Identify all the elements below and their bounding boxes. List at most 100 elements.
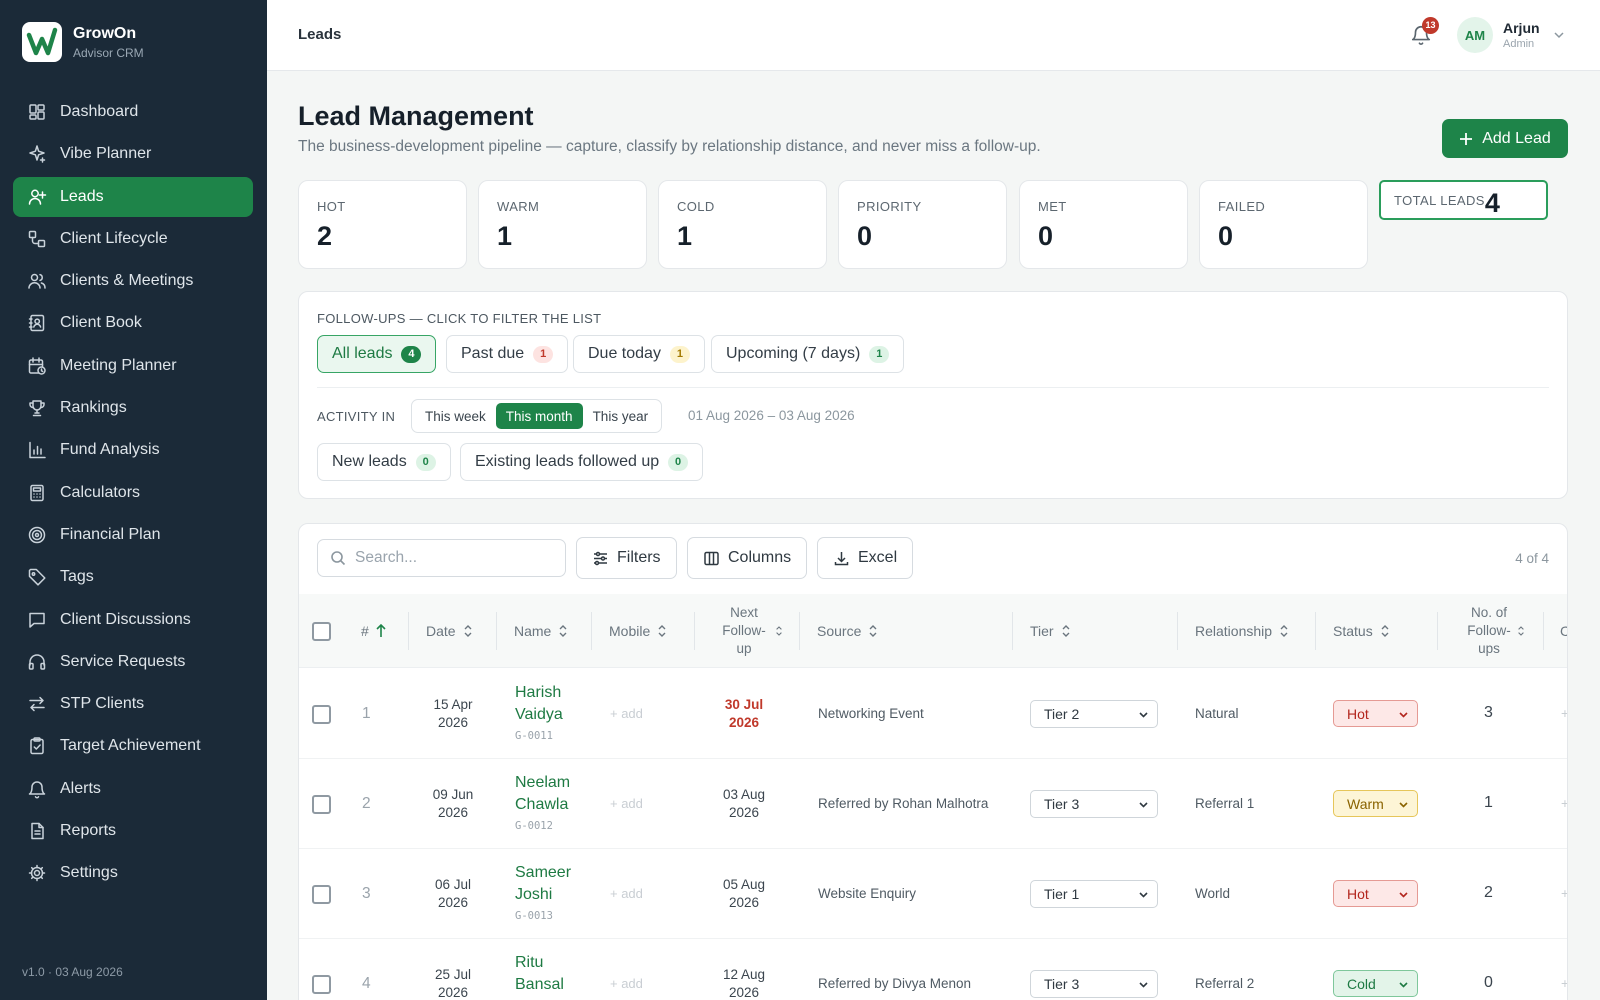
columns-button[interactable]: Columns: [687, 537, 808, 579]
stat-label: TOTAL LEADS: [1394, 192, 1485, 208]
header-relationship-label: Relationship: [1195, 623, 1273, 639]
excel-export-button[interactable]: Excel: [817, 537, 914, 579]
header-status[interactable]: Status: [1333, 594, 1390, 668]
header-mobile[interactable]: Mobile: [609, 594, 667, 668]
sidebar-item-meeting-planner[interactable]: Meeting Planner: [13, 346, 253, 386]
period-this-week[interactable]: This week: [415, 403, 496, 429]
sidebar-item-alerts[interactable]: Alerts: [13, 769, 253, 809]
stat-card-hot[interactable]: HOT 2: [298, 180, 467, 269]
sidebar-item-stp-clients[interactable]: STP Clients: [13, 684, 253, 724]
stat-card-failed[interactable]: FAILED 0: [1199, 180, 1368, 269]
table-row[interactable]: 3 06 Jul 2026 Sameer Joshi G-0013 + add 05 Aug 2…: [299, 849, 1567, 939]
status-select[interactable]: Cold: [1333, 970, 1418, 997]
tier-value: Tier 3: [1044, 976, 1080, 992]
stat-card-total-leads[interactable]: TOTAL LEADS 4: [1379, 180, 1548, 220]
column-separator: [408, 612, 409, 650]
sidebar-item-fund-analysis[interactable]: Fund Analysis: [13, 430, 253, 470]
header-next-followup[interactable]: Next Follow- up: [709, 594, 779, 668]
avatar[interactable]: AM: [1457, 17, 1493, 53]
add-mobile-link[interactable]: + add: [610, 796, 643, 811]
followup-chip-past-due[interactable]: Past due 1: [446, 335, 569, 373]
header-index[interactable]: #: [361, 594, 386, 668]
header-relationship[interactable]: Relationship: [1195, 594, 1289, 668]
filters-button[interactable]: Filters: [576, 537, 677, 579]
sidebar-item-clients-meetings[interactable]: Clients & Meetings: [13, 261, 253, 301]
leads-table-panel: Search... Filters Columns Excel 4 of 4 #…: [298, 523, 1568, 1000]
table-row[interactable]: 425 Jul2026RituBansalG-0014+ add12 Aug20…: [299, 939, 1567, 1000]
followup-chip-all-leads[interactable]: All leads 4: [317, 335, 437, 373]
lead-last-name: Vaidya: [515, 706, 563, 723]
add-lead-button[interactable]: Add Lead: [1442, 119, 1568, 158]
period-this-year[interactable]: This year: [583, 403, 659, 429]
add-mobile-link[interactable]: + add: [610, 886, 643, 901]
tier-select[interactable]: Tier 3: [1030, 970, 1158, 998]
sidebar-item-financial-plan[interactable]: Financial Plan: [13, 515, 253, 555]
plus-icon: [1460, 132, 1473, 145]
select-all-checkbox[interactable]: [312, 621, 331, 641]
topbar: Leads 13 AM Arjun Admin: [267, 0, 1600, 71]
header-date[interactable]: Date: [426, 594, 473, 668]
row-checkbox[interactable]: [312, 705, 331, 724]
lead-name[interactable]: Sameer Joshi G-0013: [515, 862, 571, 922]
stat-card-cold[interactable]: COLD 1: [658, 180, 827, 269]
followup-chip-upcoming-7-days[interactable]: Upcoming (7 days) 1: [711, 335, 905, 373]
transfer-icon: [29, 696, 45, 712]
sidebar-item-settings[interactable]: Settings: [13, 853, 253, 893]
status-select[interactable]: Hot: [1333, 700, 1418, 727]
sidebar-item-calculators[interactable]: Calculators: [13, 473, 253, 513]
lead-name[interactable]: Harish Vaidya G-0011: [515, 682, 563, 742]
add-mobile-link[interactable]: + add: [610, 976, 643, 991]
brand[interactable]: GrowOn Advisor CRM: [22, 22, 144, 62]
stat-value: 1: [677, 221, 693, 251]
extra-cell: +: [1561, 886, 1567, 901]
row-checkbox[interactable]: [312, 795, 331, 814]
header-source[interactable]: Source: [817, 594, 878, 668]
table-header: # Date Name Mobile Next Follow- up Sourc…: [299, 594, 1567, 668]
stat-card-priority[interactable]: PRIORITY 0: [838, 180, 1007, 269]
row-count: 4 of 4: [1515, 551, 1549, 566]
table-row[interactable]: 1 15 Apr 2026 Harish Vaidya G-0011 + add 30 Jul…: [299, 669, 1567, 759]
column-separator: [1315, 612, 1316, 650]
search-input[interactable]: Search...: [317, 539, 566, 577]
header-tier[interactable]: Tier: [1030, 594, 1071, 668]
header-num-followups-line: Follow-: [1467, 623, 1511, 638]
date-range: 01 Aug 2026 – 03 Aug 2026: [688, 408, 855, 423]
add-mobile-link[interactable]: + add: [610, 706, 643, 721]
sidebar-item-reports[interactable]: Reports: [13, 811, 253, 851]
sidebar-item-client-book[interactable]: Client Book: [13, 303, 253, 343]
stat-card-met[interactable]: MET 0: [1019, 180, 1188, 269]
sidebar-item-target-achievement[interactable]: Target Achievement: [13, 726, 253, 766]
table-row[interactable]: 2 09 Jun 2026 Neelam Chawla G-0012 + add 03 Aug…: [299, 759, 1567, 849]
sidebar-item-client-lifecycle[interactable]: Client Lifecycle: [13, 219, 253, 259]
sidebar-item-leads[interactable]: Leads: [13, 176, 253, 217]
followup-chip-due-today[interactable]: Due today 1: [573, 335, 705, 373]
lead-name[interactable]: RituBansalG-0014: [515, 952, 564, 1000]
sidebar-item-tags[interactable]: Tags: [13, 557, 253, 597]
tier-select[interactable]: Tier 2: [1030, 700, 1158, 728]
columns-label: Columns: [728, 549, 792, 566]
chevron-down-icon[interactable]: [1552, 28, 1566, 42]
sidebar-item-service-requests[interactable]: Service Requests: [13, 642, 253, 682]
sidebar-item-client-discussions[interactable]: Client Discussions: [13, 600, 253, 640]
status-select[interactable]: Hot: [1333, 880, 1418, 907]
stat-cards: HOT 2 WARM 1 COLD 1 PRIORITY 0 MET 0 FAILED 0 TOTAL …: [298, 180, 1568, 269]
tier-select[interactable]: Tier 1: [1030, 880, 1158, 908]
header-name[interactable]: Name: [514, 594, 568, 668]
row-checkbox[interactable]: [312, 975, 331, 994]
lead-name[interactable]: Neelam Chawla G-0012: [515, 772, 570, 832]
header-next-followup-line: Follow-: [722, 623, 766, 638]
stat-value: 4: [1484, 188, 1500, 218]
activity-chip-new-leads[interactable]: New leads 0: [317, 443, 451, 481]
sidebar: GrowOn Advisor CRM Dashboard Vibe Planner…: [0, 0, 267, 1000]
tier-select[interactable]: Tier 3: [1030, 790, 1158, 818]
user-name[interactable]: Arjun: [1503, 20, 1540, 36]
header-extra[interactable]: C: [1560, 594, 1567, 668]
activity-chip-existing-leads-followed-up[interactable]: Existing leads followed up 0: [460, 443, 704, 481]
sidebar-item-dashboard[interactable]: Dashboard: [13, 92, 253, 132]
sidebar-item-rankings[interactable]: Rankings: [13, 388, 253, 428]
period-this-month[interactable]: This month: [495, 403, 583, 429]
sidebar-item-vibe-planner[interactable]: Vibe Planner: [13, 134, 253, 174]
row-checkbox[interactable]: [312, 885, 331, 904]
status-select[interactable]: Warm: [1333, 790, 1418, 817]
stat-card-warm[interactable]: WARM 1: [478, 180, 647, 269]
